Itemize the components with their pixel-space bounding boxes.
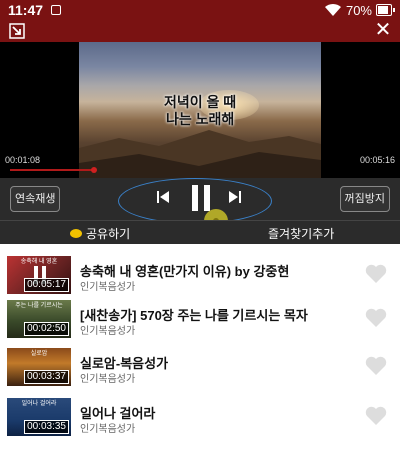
next-track-icon[interactable] [228,190,242,204]
shrink-arrow-icon[interactable] [8,22,26,40]
playlist-item[interactable]: 송축해 내 영혼 00:05:17 송축해 내 영혼(만가지 이유) by 강중… [0,252,400,302]
battery-percent: 70% [345,2,372,18]
video-player[interactable]: 저녁이 올 때 나는 노래해 00:01:08 00:05:16 [0,42,400,178]
battery-icon [376,4,395,16]
share-button[interactable]: 공유하기 [70,225,130,242]
status-bar: 11:47 70% [0,0,400,20]
action-bar: 공유하기 즐겨찾기추가 [0,220,400,244]
playlist-item[interactable]: 일어나 걸어라 00:03:35 일어나 걸어라 인기복음성가 [0,394,400,444]
previous-track-icon[interactable] [156,190,170,204]
share-label: 공유하기 [86,227,131,241]
chat-bubble-icon [70,229,82,238]
playlist-item[interactable]: 주는 나를 기르시는 00:02:50 [새찬송가] 570장 주는 나를 기르… [0,296,400,346]
duration-badge: 00:03:37 [24,370,69,384]
item-subtitle: 인기복음성가 [80,374,136,385]
lyrics-line-1: 저녁이 올 때 [164,94,237,110]
total-time: 00:05:16 [359,155,395,165]
heart-icon[interactable] [364,404,388,428]
thumbnail: 일어나 걸어라 00:03:35 [7,398,71,436]
image-notification-icon [51,5,62,15]
heart-icon[interactable] [364,354,388,378]
elapsed-time: 00:01:08 [5,155,41,165]
repeat-button[interactable]: 연속재생 [10,186,61,212]
item-subtitle: 인기복음성가 [80,424,136,435]
progress-bar[interactable] [10,169,94,171]
video-frame: 저녁이 올 때 나는 노래해 [79,42,321,178]
add-favorite-button[interactable]: 즐겨찾기추가 [268,225,334,242]
duration-badge: 00:02:50 [24,322,69,336]
thumbnail: 실로암 00:03:37 [7,348,71,386]
progress-thumb[interactable] [91,167,97,173]
thumbnail-caption: 실로암 [30,351,48,357]
duration-badge: 00:03:35 [24,420,69,434]
item-subtitle: 인기복음성가 [80,282,136,293]
duration-badge: 00:05:17 [24,278,69,292]
screen-keep-on-button[interactable]: 꺼짐방지 [339,186,390,212]
close-icon[interactable]: ✕ [374,20,392,40]
item-subtitle: 인기복음성가 [80,326,136,337]
heart-icon[interactable] [364,306,388,330]
thumbnail: 주는 나를 기르시는 00:02:50 [7,300,71,338]
thumbnail-caption: 송축해 내 영혼 [20,259,58,265]
thumbnail-caption: 주는 나를 기르시는 [15,303,63,309]
playlist: 송축해 내 영혼 00:05:17 송축해 내 영혼(만가지 이유) by 강중… [0,244,400,462]
player-header: ✕ [0,20,400,42]
playlist-item[interactable]: 실로암 00:03:37 실로암-복음성가 인기복음성가 [0,344,400,394]
status-right: 70% [324,2,395,18]
lyrics-line-2: 나는 노래해 [165,111,235,127]
heart-icon[interactable] [364,262,388,286]
thumbnail-caption: 일어나 걸어라 [21,401,57,407]
status-time: 11:47 [8,2,44,18]
thumbnail: 송축해 내 영혼 00:05:17 [7,256,71,294]
lyrics-overlay: 저녁이 올 때 나는 노래해 [164,94,236,128]
playback-controls: 연속재생 꺼짐방지 [0,178,400,233]
pause-icon[interactable] [190,184,212,212]
wifi-icon [324,3,341,17]
